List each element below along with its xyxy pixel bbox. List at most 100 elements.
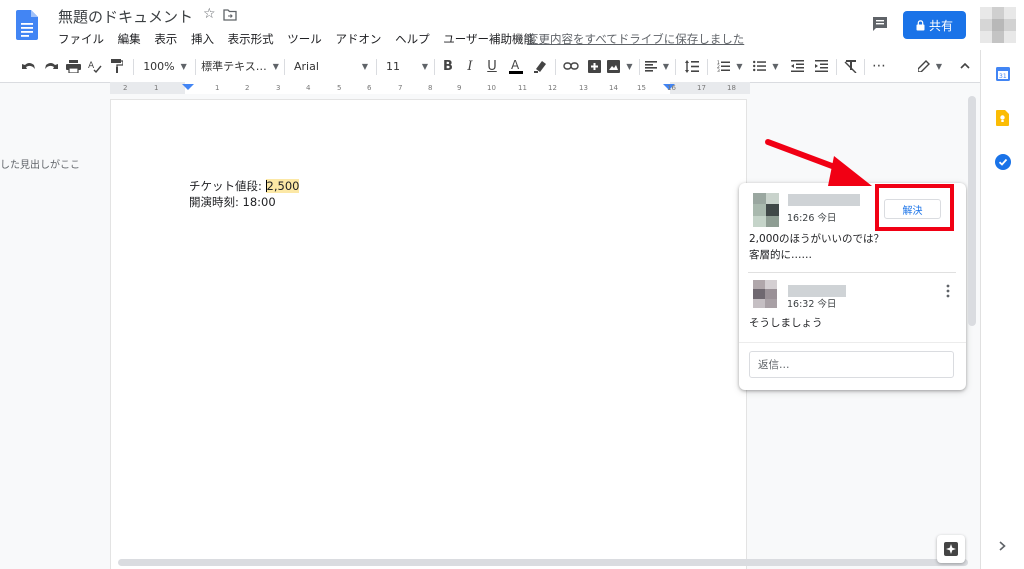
commenter-avatar (753, 193, 779, 227)
caret-down-icon: ▼ (662, 61, 670, 71)
zoom-value: 100% (143, 59, 175, 73)
more-vert-icon[interactable] (945, 284, 951, 298)
chevron-right-icon[interactable] (999, 541, 1006, 551)
font-value: Arial (294, 59, 319, 73)
document-title[interactable]: 無題のドキュメント (58, 6, 193, 27)
ruler-label: 11 (518, 84, 527, 92)
svg-text:A: A (88, 61, 95, 71)
print-icon[interactable] (62, 50, 84, 82)
ruler-label: 4 (306, 84, 311, 92)
menu-edit[interactable]: 編集 (118, 31, 141, 47)
ruler-label: 7 (398, 84, 403, 92)
document-outline-hint[interactable]: した見出しがここ (0, 156, 80, 171)
undo-icon[interactable] (18, 50, 40, 82)
app-header: 無題のドキュメント ☆ ファイル 編集 表示 挿入 表示形式 ツール アドオン … (0, 0, 1024, 50)
ruler-label: 12 (548, 84, 557, 92)
caret-down-icon: ▼ (736, 61, 743, 71)
comment-text-line: 客層的に…… (749, 249, 812, 261)
share-button[interactable]: 共有 (903, 11, 966, 39)
tasks-icon[interactable] (995, 154, 1011, 170)
explore-button[interactable] (937, 535, 965, 563)
ruler-label: 9 (457, 84, 462, 92)
font-size-select[interactable]: 11 ▼ (382, 50, 432, 82)
menu-tools[interactable]: ツール (287, 31, 322, 47)
indent-decrease-icon[interactable] (786, 50, 808, 82)
ruler-label: 2 (123, 84, 128, 92)
text-color-icon[interactable]: A (506, 50, 526, 82)
numbered-list-icon[interactable]: 1 2 3 ▼ (714, 50, 746, 82)
ruler-label: 3 (276, 84, 281, 92)
chevron-up-icon[interactable] (954, 50, 976, 82)
add-comment-icon[interactable] (584, 50, 604, 82)
horizontal-scrollbar[interactable] (118, 559, 968, 566)
document-page[interactable]: チケット値段: 2,500 開演時刻: 18:00 (111, 100, 746, 569)
ruler-label: 10 (487, 84, 496, 92)
calendar-icon[interactable]: 31 (996, 66, 1010, 81)
menu-file[interactable]: ファイル (58, 31, 104, 47)
highlighted-value-text: 2,500 (266, 179, 300, 193)
folder-move-icon[interactable] (223, 9, 237, 21)
reply-time: 16:32 今日 (787, 299, 837, 310)
toolbar: A 100% ▼ 標準テキス… ▼ Arial ▼ 11 ▼ B I U A ▼ ▼ (0, 50, 980, 83)
ruler-label: 2 (245, 84, 250, 92)
menu-addons[interactable]: アドオン (335, 31, 381, 47)
commenter-name-blurred (788, 194, 860, 206)
ruler-label: 6 (367, 84, 372, 92)
ruler-label: 5 (337, 84, 342, 92)
ruler-label: 16 (667, 84, 676, 92)
ticket-price-value[interactable]: 2,500 (265, 179, 300, 193)
menu-view[interactable]: 表示 (154, 31, 177, 47)
docs-logo[interactable] (16, 10, 38, 40)
redo-icon[interactable] (40, 50, 62, 82)
divider (748, 272, 956, 273)
ruler-label: 15 (637, 84, 646, 92)
bold-icon[interactable]: B (438, 50, 458, 82)
keep-icon[interactable] (996, 110, 1009, 126)
underline-icon[interactable]: U (482, 50, 502, 82)
line-spacing-icon[interactable] (682, 50, 702, 82)
explore-icon (944, 542, 958, 556)
avatar[interactable] (980, 7, 1016, 43)
comments-icon[interactable] (871, 15, 889, 33)
caret-down-icon: ▼ (772, 61, 779, 71)
zoom-select[interactable]: 100% ▼ (140, 50, 190, 82)
save-status-link[interactable]: 変更内容をすべてドライブに保存しました (527, 31, 744, 47)
caret-down-icon: ▼ (361, 61, 368, 71)
ruler-label: 1 (215, 84, 220, 92)
replier-avatar (753, 280, 777, 308)
editing-mode-icon[interactable]: ▼ (914, 50, 946, 82)
menu-help[interactable]: ヘルプ (395, 31, 430, 47)
bulleted-list-icon[interactable]: ▼ (750, 50, 782, 82)
font-select[interactable]: Arial ▼ (290, 50, 372, 82)
ticket-price-line[interactable]: チケット値段: 2,500 (189, 178, 300, 194)
ruler-label: 14 (609, 84, 618, 92)
more-options-icon[interactable]: ⋯ (868, 50, 890, 82)
style-select[interactable]: 標準テキス… ▼ (200, 50, 280, 82)
lock-icon (916, 19, 925, 30)
menu-accessibility[interactable]: ユーザー補助機能 (443, 31, 535, 47)
style-value: 標準テキス… (201, 60, 267, 73)
paint-format-icon[interactable] (106, 50, 128, 82)
vertical-scrollbar[interactable] (968, 96, 976, 326)
reply-input[interactable]: 返信… (749, 351, 954, 378)
annotation-arrow-icon (765, 139, 872, 186)
caret-down-icon: ▼ (180, 61, 187, 71)
star-icon[interactable]: ☆ (203, 6, 216, 22)
ruler-label: 8 (428, 84, 433, 92)
link-icon[interactable] (560, 50, 582, 82)
image-icon[interactable]: ▼ (606, 50, 634, 82)
italic-icon[interactable]: I (460, 50, 480, 82)
clear-format-icon[interactable] (840, 50, 860, 82)
ruler-label: 17 (697, 84, 706, 92)
highlight-icon[interactable] (530, 50, 550, 82)
align-icon[interactable]: ▼ (644, 50, 670, 82)
ruler: 2 1 1 2 3 4 5 6 7 8 9 10 11 12 13 14 15 … (110, 82, 750, 94)
ruler-label: 18 (727, 84, 736, 92)
start-time-line[interactable]: 開演時刻: 18:00 (189, 194, 276, 210)
spellcheck-icon[interactable]: A (84, 50, 106, 82)
menu-format[interactable]: 表示形式 (228, 31, 274, 47)
caret-down-icon: ▼ (421, 61, 428, 71)
menu-insert[interactable]: 挿入 (191, 31, 214, 47)
indent-increase-icon[interactable] (810, 50, 832, 82)
svg-text:A: A (511, 58, 520, 72)
